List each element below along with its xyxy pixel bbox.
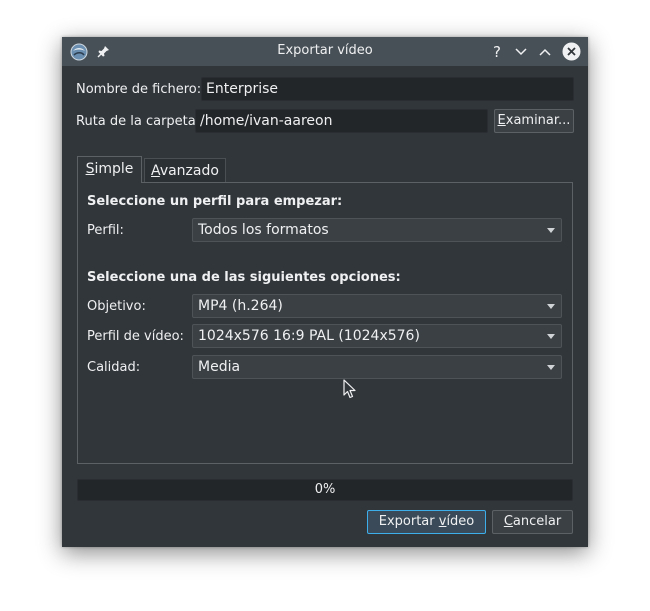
filename-label: Nombre de fichero: <box>76 82 202 97</box>
chevron-down-icon <box>547 304 555 309</box>
browse-button[interactable]: Examinar... <box>494 109 574 133</box>
profile-select[interactable]: Todos los formatos <box>192 218 562 242</box>
export-video-button[interactable]: Exportar vídeo <box>367 510 486 534</box>
window-title: Exportar vídeo <box>277 43 373 58</box>
title-bar[interactable]: Exportar vídeo ? <box>62 37 588 66</box>
quality-select[interactable]: Media <box>192 355 562 379</box>
maximize-icon[interactable] <box>536 37 554 66</box>
quality-label: Calidad: <box>87 360 141 375</box>
minimize-icon[interactable] <box>512 37 530 66</box>
target-label: Objetivo: <box>87 299 146 314</box>
video-profile-select[interactable]: 1024x576 16:9 PAL (1024x576) <box>192 324 562 348</box>
chevron-down-icon <box>547 365 555 370</box>
folder-label: Ruta de la carpeta: <box>76 114 201 129</box>
export-video-dialog: Exportar vídeo ? Nombre de fichero: Ente… <box>62 37 588 547</box>
mouse-cursor-icon <box>343 379 357 403</box>
help-icon[interactable]: ? <box>488 37 506 66</box>
cancel-button[interactable]: Cancelar <box>492 510 573 534</box>
progress-text: 0% <box>314 482 336 497</box>
target-select[interactable]: MP4 (h.264) <box>192 294 562 318</box>
tab-simple[interactable]: Simple <box>77 156 142 183</box>
options-section-heading: Seleccione una de las siguientes opcione… <box>87 270 401 285</box>
profile-label: Perfil: <box>87 223 124 238</box>
filename-input[interactable]: Enterprise <box>201 77 574 101</box>
profile-section-heading: Seleccione un perfil para empezar: <box>87 194 343 209</box>
export-progress-bar: 0% <box>77 479 573 501</box>
close-icon[interactable] <box>560 37 582 66</box>
folder-path-input[interactable]: /home/ivan-aareon <box>195 109 488 133</box>
chevron-down-icon <box>547 228 555 233</box>
video-profile-label: Perfil de vídeo: <box>87 329 184 344</box>
chevron-down-icon <box>547 334 555 339</box>
tab-advanced[interactable]: Avanzado <box>144 158 226 183</box>
